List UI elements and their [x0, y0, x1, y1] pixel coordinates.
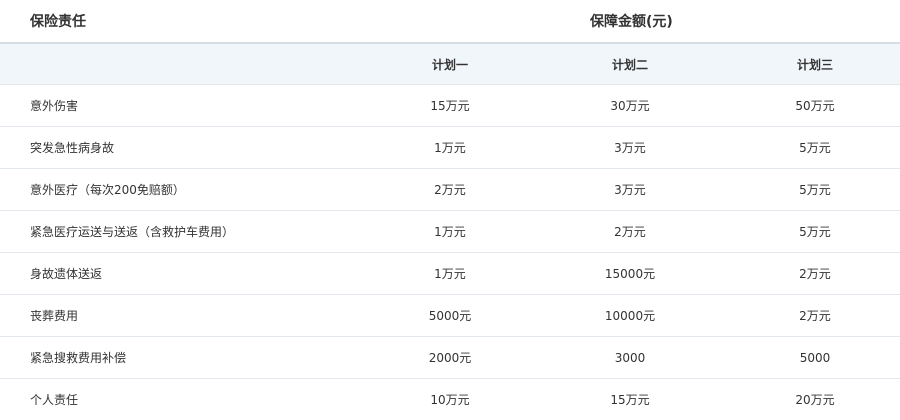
plan-2-header: 计划二: [611, 57, 648, 72]
coverage-item: 意外伤害: [30, 99, 79, 113]
plan-header-row: 计划一 计划二 计划三: [0, 44, 900, 85]
coverage-header: 保险责任: [30, 14, 86, 30]
table-row: 意外医疗（每次200免赔额） 2万元 3万元 5万元: [0, 169, 900, 211]
table-row: 意外伤害 15万元 30万元 50万元: [0, 85, 900, 127]
coverage-item: 紧急搜救费用补偿: [30, 351, 127, 365]
amount-header: 保障金额(元): [590, 14, 673, 30]
plan-3-value: 5万元: [799, 183, 831, 197]
plan-1-header: 计划一: [431, 57, 468, 72]
plan-3-header: 计划三: [796, 57, 833, 72]
coverage-item: 突发急性病身故: [30, 141, 115, 155]
plan-1-value: 2000元: [428, 351, 472, 365]
plan-2-value: 2万元: [614, 225, 646, 239]
plan-3-value: 20万元: [795, 393, 835, 407]
coverage-item: 身故遗体送返: [30, 267, 103, 281]
plan-1-value: 1万元: [434, 141, 466, 155]
coverage-item: 紧急医疗运送与送返（含救护车费用）: [30, 225, 235, 239]
plan-3-value: 50万元: [795, 99, 835, 113]
table-row: 丧葬费用 5000元 10000元 2万元: [0, 295, 900, 337]
plan-1-value: 5000元: [428, 309, 472, 323]
coverage-item: 个人责任: [30, 393, 79, 407]
table-top-header: 保险责任 保障金额(元): [0, 0, 900, 44]
plan-3-value: 2万元: [799, 267, 831, 281]
table-row: 紧急搜救费用补偿 2000元 3000 5000: [0, 337, 900, 379]
coverage-item: 意外医疗（每次200免赔额）: [30, 183, 185, 197]
plan-2-value: 3万元: [614, 183, 646, 197]
plan-2-value: 3万元: [614, 141, 646, 155]
plan-2-value: 30万元: [610, 99, 650, 113]
table-row: 个人责任 10万元 15万元 20万元: [0, 379, 900, 420]
plan-1-value: 2万元: [434, 183, 466, 197]
plan-2-value: 10000元: [604, 309, 656, 323]
plan-3-value: 5万元: [799, 225, 831, 239]
plan-1-value: 10万元: [430, 393, 470, 407]
plan-3-value: 5000: [799, 350, 831, 365]
plan-2-value: 15万元: [610, 393, 650, 407]
insurance-coverage-table: 保险责任 保障金额(元) 计划一 计划二 计划三 意外伤害 15万元 30万元 …: [0, 0, 900, 412]
table-row: 紧急医疗运送与送返（含救护车费用） 1万元 2万元 5万元: [0, 211, 900, 253]
plan-2-value: 15000元: [604, 267, 656, 281]
plan-3-value: 2万元: [799, 309, 831, 323]
table-row: 突发急性病身故 1万元 3万元 5万元: [0, 127, 900, 169]
coverage-item: 丧葬费用: [30, 309, 79, 323]
plan-1-value: 1万元: [434, 225, 466, 239]
plan-1-value: 1万元: [434, 267, 466, 281]
plan-3-value: 5万元: [799, 141, 831, 155]
plan-1-value: 15万元: [430, 99, 470, 113]
plan-2-value: 3000: [614, 350, 646, 365]
table-row: 身故遗体送返 1万元 15000元 2万元: [0, 253, 900, 295]
